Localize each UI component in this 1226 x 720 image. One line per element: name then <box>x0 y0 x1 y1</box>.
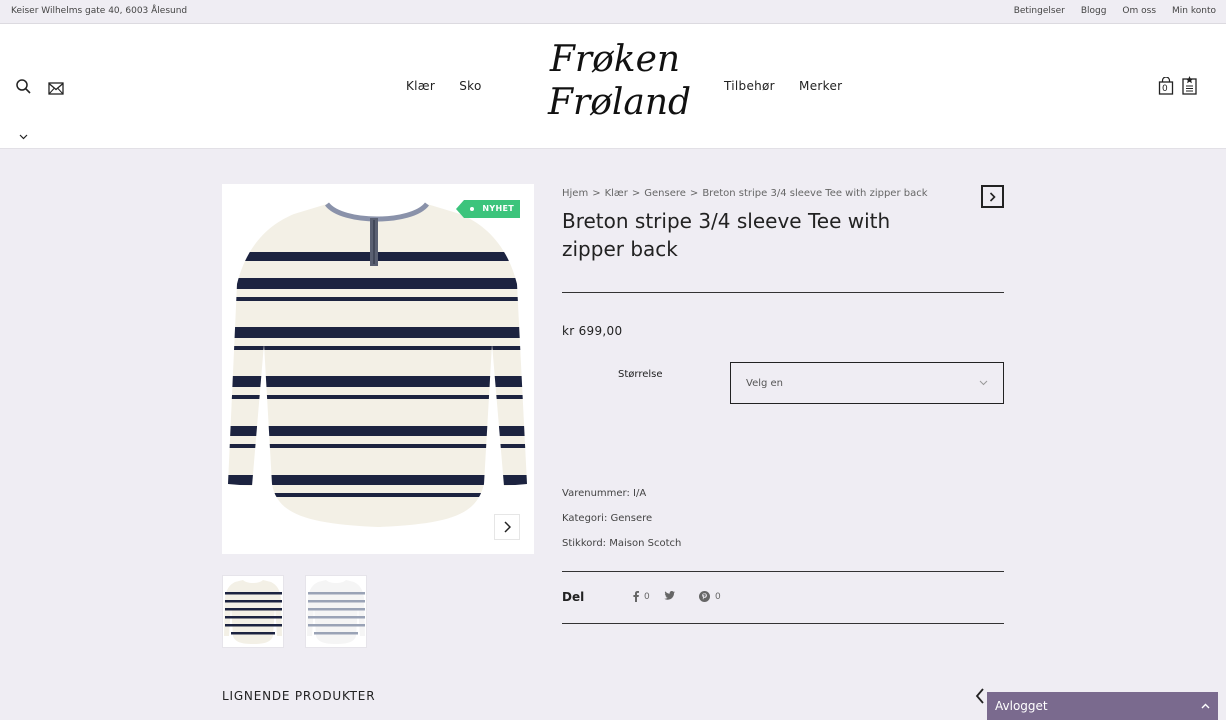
divider <box>562 623 1004 624</box>
wishlist-icon[interactable] <box>1182 76 1197 99</box>
nav-item-accessories[interactable]: Tilbehør <box>724 79 775 93</box>
facebook-count: 0 <box>644 591 650 602</box>
nav-item-clothes[interactable]: Klær <box>406 79 435 93</box>
share-facebook-button[interactable]: 0 <box>633 591 650 602</box>
nav-right: Tilbehør Merker <box>724 79 842 93</box>
thumbnail-image <box>224 580 282 644</box>
thumbnail-image <box>307 580 365 644</box>
tag-link[interactable]: Maison Scotch <box>609 538 681 549</box>
top-links: Betingelser Blogg Om oss Min konto <box>1014 6 1216 16</box>
facebook-icon <box>633 591 639 602</box>
chevron-left-icon <box>975 688 984 704</box>
thumbnail-1[interactable] <box>222 575 284 648</box>
product-price: kr 699,00 <box>562 324 623 338</box>
size-select[interactable]: Velg en <box>730 362 1004 404</box>
breadcrumb-current: Breton stripe 3/4 sleeve Tee with zipper… <box>702 188 928 199</box>
product-title: Breton stripe 3/4 sleeve Tee with zipper… <box>562 209 891 261</box>
related-products-title: LIGNENDE PRODUKTER <box>222 689 376 703</box>
share-label: Del <box>562 590 585 604</box>
logo-line-1: Frøken <box>549 39 681 80</box>
cart-icon[interactable]: 0 <box>1158 76 1174 99</box>
link-terms[interactable]: Betingelser <box>1014 6 1065 16</box>
size-select-value: Velg en <box>746 377 784 389</box>
logged-out-bar[interactable]: Avlogget <box>987 692 1218 720</box>
share-twitter-button[interactable] <box>664 591 675 600</box>
product-main-image[interactable]: NYHET <box>222 184 534 554</box>
breadcrumb: Hjem > Klær > Gensere > Breton stripe 3/4 slee… <box>562 188 928 199</box>
chevron-right-icon <box>989 191 996 202</box>
pinterest-count: 0 <box>715 591 721 602</box>
tags-label: Stikkord: <box>562 538 607 549</box>
chevron-down-icon[interactable] <box>19 125 28 144</box>
divider <box>562 292 1004 293</box>
nav-left: Klær Sko <box>406 79 482 93</box>
tags-line: Stikkord: Maison Scotch <box>562 538 681 549</box>
category-label: Kategori: <box>562 513 608 524</box>
thumbnail-2[interactable] <box>305 575 367 648</box>
breadcrumb-sweaters[interactable]: Gensere <box>644 188 686 199</box>
breadcrumb-clothes[interactable]: Klær <box>605 188 628 199</box>
store-address: Keiser Wilhelms gate 40, 6003 Ålesund <box>11 6 188 16</box>
sku-value: I/A <box>633 488 647 499</box>
new-badge: NYHET <box>464 200 520 218</box>
size-label: Størrelse <box>618 369 663 380</box>
nav-item-shoes[interactable]: Sko <box>459 79 481 93</box>
mail-icon[interactable] <box>48 80 64 99</box>
related-prev-button[interactable] <box>975 688 985 708</box>
chevron-right-icon <box>504 521 511 533</box>
sku-line: Varenummer: I/A <box>562 488 646 499</box>
site-header: Klær Sko Frøken Frøland Tilbehør Merker … <box>0 24 1226 149</box>
divider <box>562 571 1004 572</box>
cart-count: 0 <box>1162 84 1168 94</box>
chevron-down-icon <box>979 380 988 386</box>
logo-line-2: Frøland <box>548 82 692 123</box>
next-product-button[interactable] <box>981 185 1004 208</box>
nav-item-brands[interactable]: Merker <box>799 79 842 93</box>
image-next-button[interactable] <box>494 514 520 540</box>
category-link[interactable]: Gensere <box>611 513 653 524</box>
site-logo[interactable]: Frøken Frøland <box>548 38 692 138</box>
sku-label: Varenummer: <box>562 488 630 499</box>
logged-out-label: Avlogget <box>995 699 1048 713</box>
category-line: Kategori: Gensere <box>562 513 652 524</box>
link-blog[interactable]: Blogg <box>1081 6 1107 16</box>
chevron-up-icon <box>1201 703 1210 709</box>
top-info-bar: Keiser Wilhelms gate 40, 6003 Ålesund Be… <box>0 0 1226 24</box>
link-my-account[interactable]: Min konto <box>1172 6 1216 16</box>
pinterest-icon <box>699 591 710 602</box>
share-pinterest-button[interactable]: 0 <box>699 591 721 602</box>
breadcrumb-home[interactable]: Hjem <box>562 188 588 199</box>
link-about[interactable]: Om oss <box>1122 6 1156 16</box>
striped-shirt-image <box>228 202 527 527</box>
search-icon[interactable] <box>16 79 31 98</box>
twitter-icon <box>664 591 675 600</box>
